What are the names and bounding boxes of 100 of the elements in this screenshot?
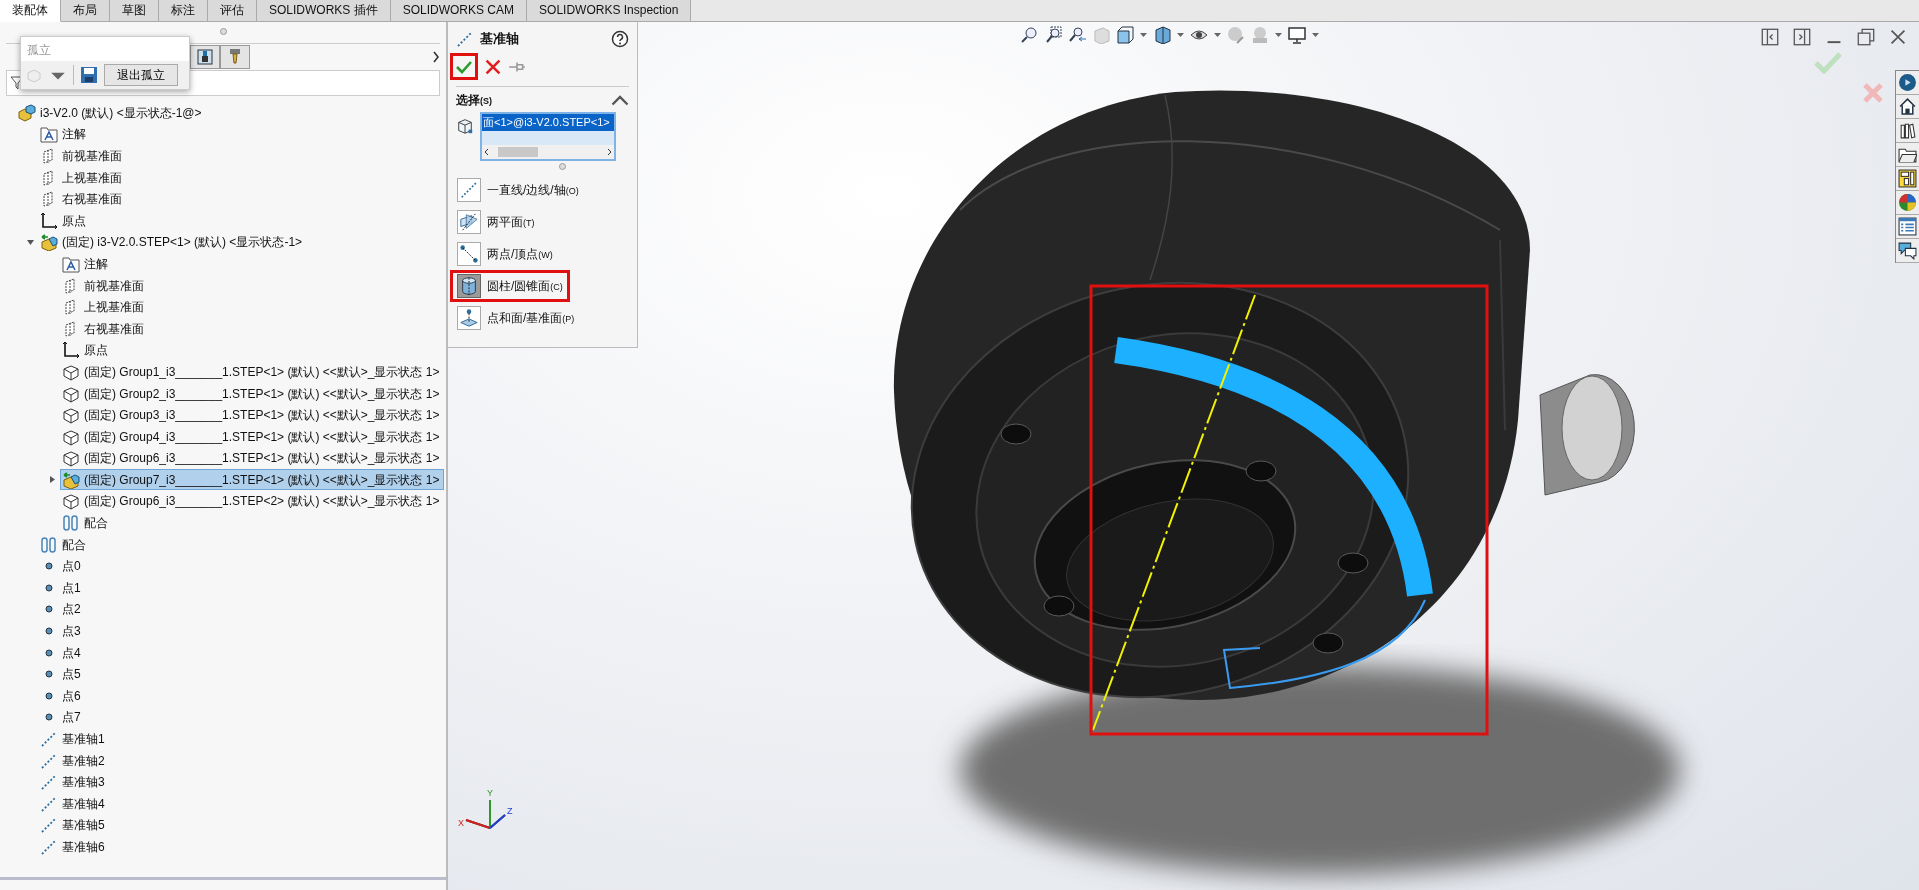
selection-list[interactable]: 面<1>@i3-V2.0.STEP<1> bbox=[480, 112, 616, 161]
part-icon bbox=[62, 470, 80, 489]
caret-down-icon[interactable] bbox=[1214, 32, 1221, 38]
tree-item[interactable]: (固定) Group1_i3_______1.STEP<1> (默认) <<默认>_显示状态 1> bbox=[60, 361, 444, 383]
caret-down-icon[interactable] bbox=[1177, 32, 1184, 38]
tree-item[interactable]: 点6 bbox=[38, 685, 85, 707]
folder-icon bbox=[40, 125, 58, 144]
option-toggle[interactable] bbox=[457, 241, 481, 266]
axis-icon bbox=[40, 773, 58, 792]
tree-item[interactable]: 注解 bbox=[38, 123, 90, 145]
checkmark-icon bbox=[456, 59, 472, 74]
tree-item[interactable]: (固定) i3-V2.0.STEP<1> (默认) <显示状态-1> bbox=[38, 231, 307, 253]
tree-item[interactable]: 基准轴5 bbox=[38, 814, 109, 836]
option-label: 点和面/基准面(P) bbox=[487, 309, 575, 327]
task-pane-tab[interactable] bbox=[1896, 71, 1919, 95]
tree-item[interactable]: (固定) Group4_i3_______1.STEP<1> (默认) <<默认>_显示状态 1> bbox=[60, 426, 444, 448]
tree-item[interactable]: 点4 bbox=[38, 642, 85, 664]
tree-item[interactable]: 点0 bbox=[38, 555, 85, 577]
tree-item[interactable]: 前视基准面 bbox=[38, 145, 126, 167]
panel-right-icon[interactable] bbox=[1793, 28, 1811, 46]
axis-icon bbox=[40, 816, 58, 835]
tree-item[interactable]: i3-V2.0 (默认) <显示状态-1@> bbox=[16, 102, 206, 124]
tree-item[interactable]: 基准轴6 bbox=[38, 836, 109, 858]
box-outline-icon bbox=[62, 384, 80, 403]
tree-item[interactable]: 配合 bbox=[60, 512, 112, 534]
tree-item[interactable]: 配合 bbox=[38, 534, 90, 556]
task-pane-tab[interactable] bbox=[1896, 239, 1919, 263]
tree-item[interactable]: 点5 bbox=[38, 663, 85, 685]
tree-item[interactable]: (固定) Group6_i3_______1.STEP<1> (默认) <<默认>_显示状态 1> bbox=[60, 447, 444, 469]
ribbon-tab[interactable]: 布局 bbox=[61, 0, 110, 22]
magnifier-arrow-icon[interactable] bbox=[1068, 26, 1086, 44]
option-label: 两平面(T) bbox=[487, 213, 535, 231]
tree-item[interactable]: 基准轴1 bbox=[38, 728, 109, 750]
tree-item[interactable]: 注解 bbox=[60, 253, 112, 275]
panel-title: 基准轴 bbox=[480, 30, 519, 49]
paperclip-icon bbox=[40, 535, 58, 554]
tree-item[interactable]: 基准轴4 bbox=[38, 793, 109, 815]
list-resize-handle[interactable] bbox=[559, 162, 566, 170]
task-pane-tab[interactable] bbox=[1896, 143, 1919, 167]
tree-item[interactable]: 原点 bbox=[60, 339, 112, 361]
shaded-box-icon[interactable] bbox=[1153, 26, 1171, 44]
magnifier-icon[interactable] bbox=[1044, 26, 1062, 44]
cube-icon[interactable] bbox=[1116, 26, 1134, 44]
box-outline-icon bbox=[62, 492, 80, 511]
option-label: 圆柱/圆锥面(C) bbox=[487, 277, 563, 295]
chevron-right-icon[interactable] bbox=[432, 51, 440, 63]
exit-isolate-button[interactable]: 退出孤立 bbox=[104, 64, 178, 86]
close-icon[interactable] bbox=[1889, 28, 1907, 46]
caret-down-icon[interactable] bbox=[1140, 32, 1147, 38]
option-toggle[interactable] bbox=[457, 305, 481, 330]
ribbon-tab[interactable]: 草图 bbox=[110, 0, 159, 22]
tree-item[interactable]: 右视基准面 bbox=[38, 188, 126, 210]
ribbon-tab[interactable]: 装配体 bbox=[0, 0, 61, 22]
folder-icon bbox=[62, 254, 80, 273]
assembly-icon bbox=[18, 103, 36, 122]
tree-item[interactable]: (固定) Group7_i3_______1.STEP<1> (默认) <<默认>_显示状态 1> bbox=[60, 469, 444, 491]
axis-label: Z bbox=[507, 806, 513, 816]
close-icon[interactable] bbox=[484, 57, 502, 76]
box-outline-icon bbox=[62, 427, 80, 446]
tree-item[interactable]: 上视基准面 bbox=[38, 167, 126, 189]
restore-icon[interactable] bbox=[1857, 28, 1875, 46]
face-cube-icon bbox=[456, 116, 474, 135]
panel-tab[interactable] bbox=[190, 45, 220, 69]
checkmark-icon[interactable] bbox=[1814, 52, 1842, 74]
paperclip-icon bbox=[62, 514, 80, 533]
tree-item[interactable]: (固定) Group2_i3_______1.STEP<1> (默认) <<默认>_显示状态 1> bbox=[60, 383, 444, 404]
ribbon-tab[interactable]: 标注 bbox=[159, 0, 208, 22]
tree-item[interactable]: 点2 bbox=[38, 598, 85, 620]
tree-item[interactable]: 上视基准面 bbox=[60, 296, 148, 318]
task-pane-tab[interactable] bbox=[1896, 119, 1919, 143]
axis-icon bbox=[40, 730, 58, 748]
task-pane-tab[interactable] bbox=[1896, 167, 1919, 191]
tree-item[interactable]: 原点 bbox=[38, 210, 90, 232]
panel-handle[interactable] bbox=[219, 28, 227, 35]
save-icon[interactable] bbox=[80, 66, 98, 84]
task-pane-tab[interactable] bbox=[1896, 95, 1919, 119]
panel-left-icon[interactable] bbox=[1761, 28, 1779, 46]
tree-item[interactable]: 基准轴3 bbox=[38, 771, 109, 793]
ribbon-tab[interactable]: SOLIDWORKS 插件 bbox=[257, 0, 391, 22]
caret-down-icon[interactable] bbox=[1312, 32, 1319, 38]
monitor-icon[interactable] bbox=[1288, 26, 1306, 44]
ok-button[interactable] bbox=[450, 53, 478, 80]
tree-item[interactable]: 点3 bbox=[38, 620, 85, 642]
tree-item[interactable]: (固定) Group3_i3_______1.STEP<1> (默认) <<默认>_显示状态 1> bbox=[60, 404, 444, 426]
tree-item[interactable]: 右视基准面 bbox=[60, 318, 148, 340]
tree-item[interactable]: 基准轴2 bbox=[38, 750, 109, 772]
option-toggle[interactable] bbox=[457, 209, 481, 234]
option-toggle[interactable] bbox=[457, 177, 481, 202]
tree-item[interactable]: 前视基准面 bbox=[60, 275, 148, 297]
help-icon[interactable] bbox=[611, 30, 629, 48]
caret-down-icon[interactable] bbox=[1275, 32, 1282, 38]
tree-item[interactable]: 点7 bbox=[38, 706, 85, 728]
ribbon-tab[interactable]: SOLIDWORKS Inspection bbox=[527, 0, 692, 22]
tree-item[interactable]: (固定) Group6_i3_______1.STEP<2> (默认) <<默认>_显示状态 1> bbox=[60, 491, 444, 512]
magnifier-icon[interactable] bbox=[1020, 26, 1038, 44]
ribbon-tab[interactable]: 评估 bbox=[208, 0, 257, 22]
option-toggle[interactable] bbox=[457, 273, 481, 298]
ribbon-tab[interactable]: SOLIDWORKS CAM bbox=[390, 0, 528, 22]
tree-item[interactable]: 点1 bbox=[38, 577, 85, 599]
selection-entry[interactable]: 面<1>@i3-V2.0.STEP<1> bbox=[482, 114, 614, 131]
